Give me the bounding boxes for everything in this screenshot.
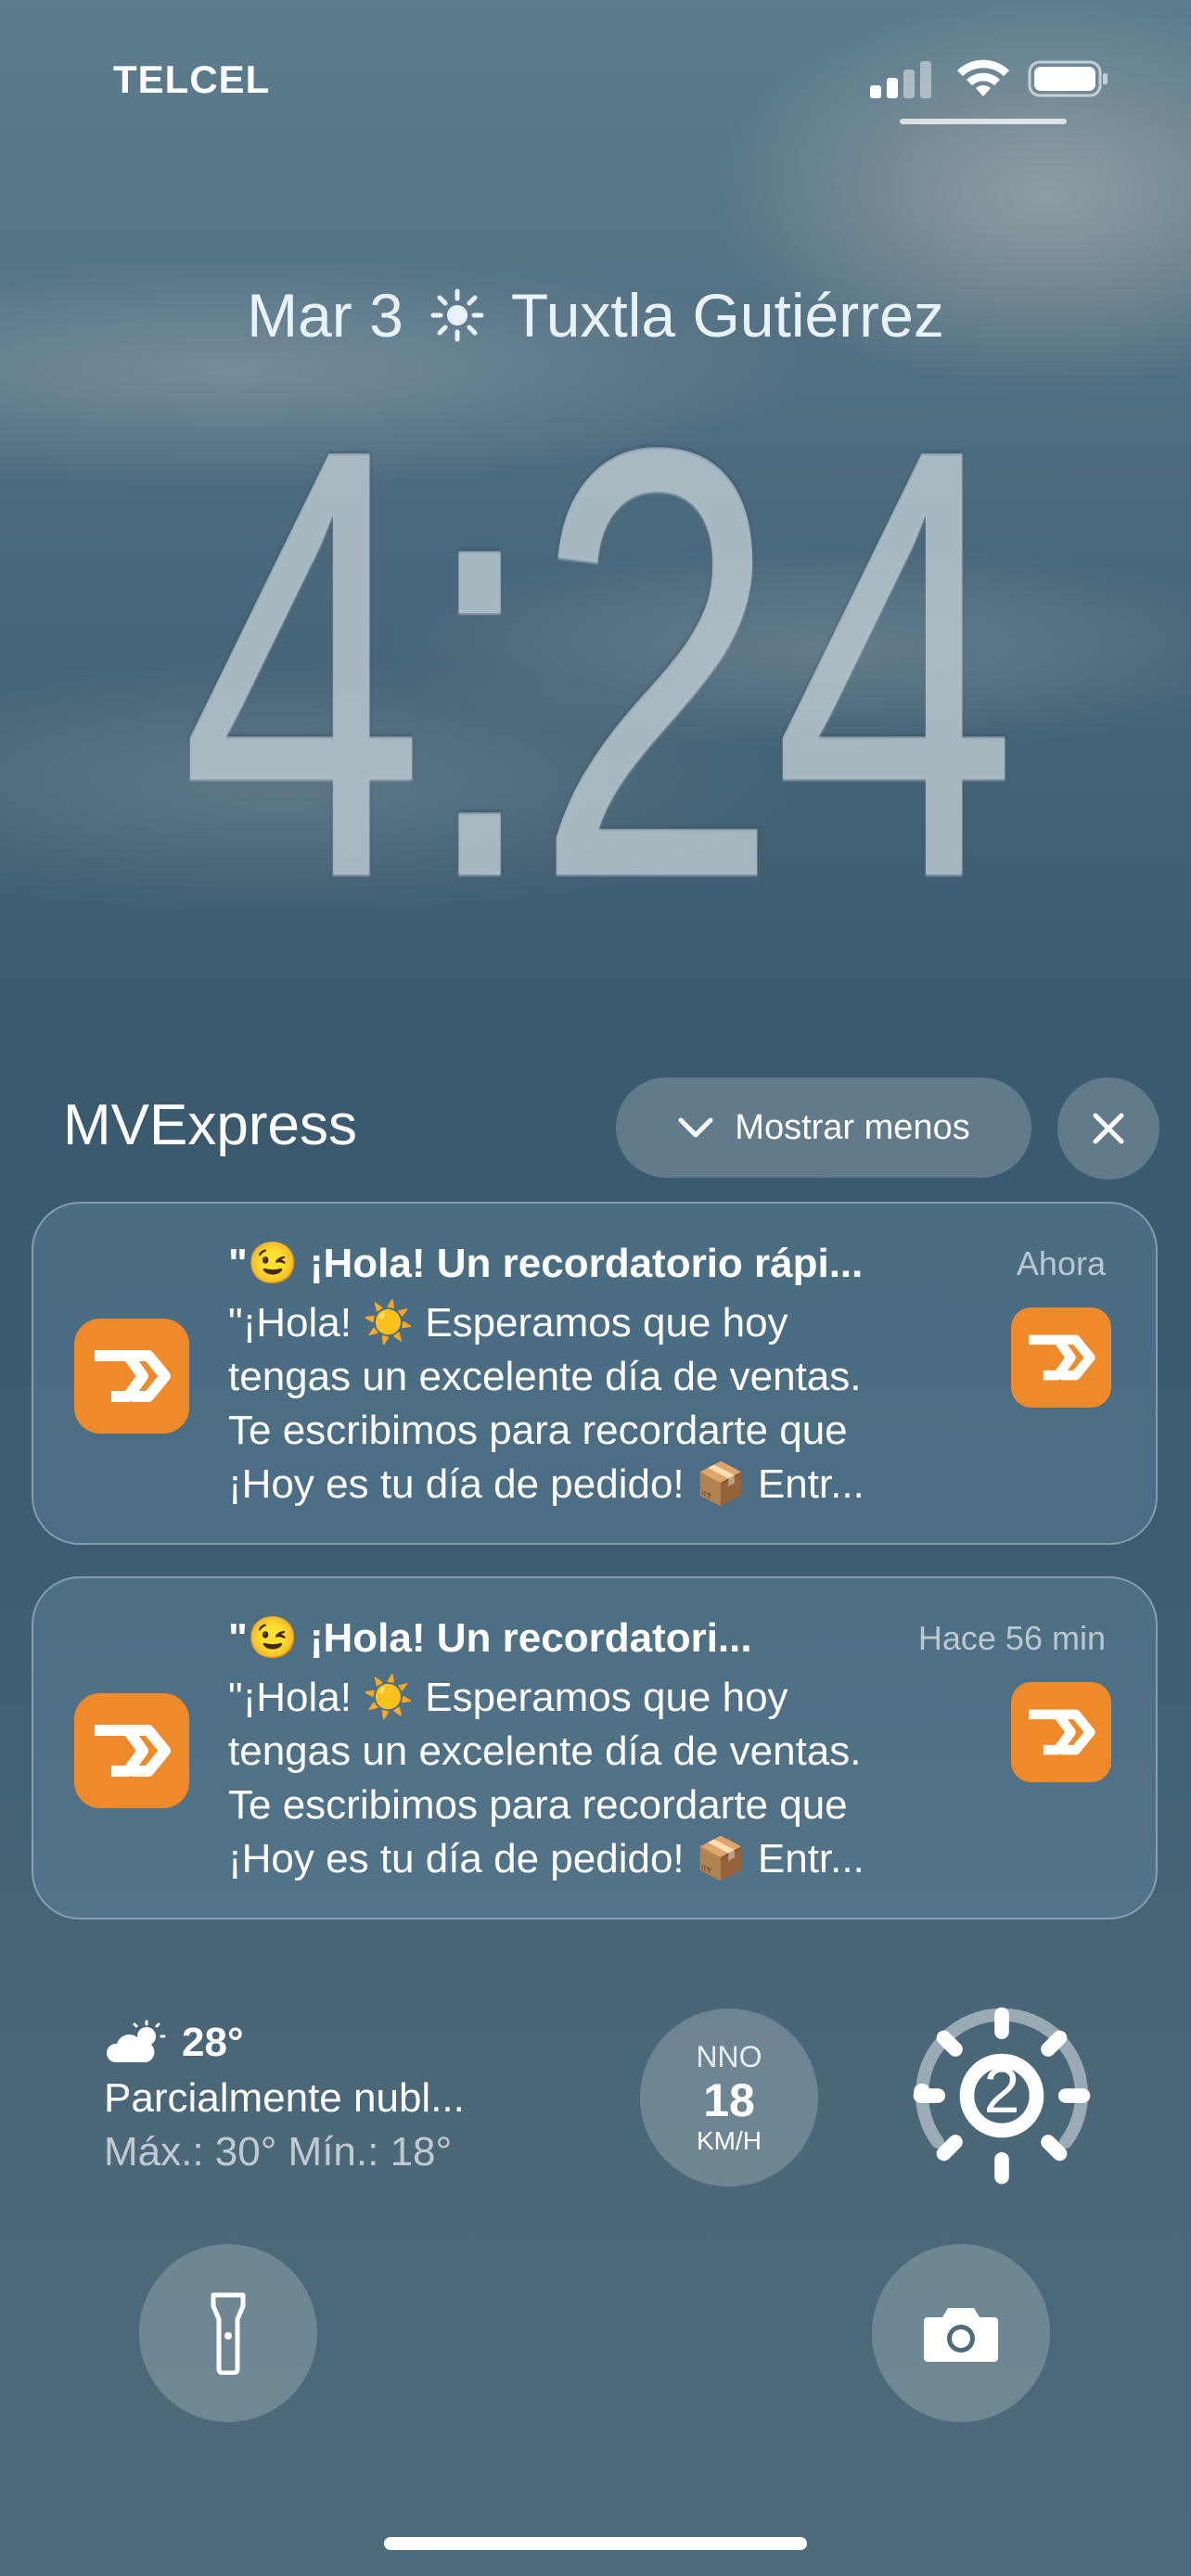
sun-icon (913, 2007, 1091, 2185)
wind-widget[interactable]: NNO 18 KM/H (640, 2009, 818, 2187)
carrier-name: TELCEL (113, 57, 271, 101)
weather-condition: Parcialmente nubl... (104, 2075, 465, 2121)
camera-button[interactable] (872, 2244, 1050, 2422)
home-indicator[interactable] (384, 2537, 807, 2550)
mvexpress-logo-icon (95, 1725, 171, 1777)
cellular-signal-icon (870, 59, 933, 98)
mvexpress-logo-icon (95, 1350, 171, 1402)
notification-title: "😉 ¡Hola! Un recordatori... (228, 1615, 752, 1661)
wind-unit: KM/H (697, 2125, 762, 2155)
notification-body: "¡Hola! ☀️ Esperamos que hoy tengas un e… (228, 1671, 1026, 1886)
notification-body-line: tengas un excelente día de ventas. (228, 1728, 862, 1774)
camera-icon (924, 2308, 998, 2362)
status-indicator-line (900, 119, 1067, 124)
notification-card[interactable]: "😉 ¡Hola! Un recordatori... Hace 56 min … (32, 1576, 1158, 1919)
chevron-down-icon (678, 1117, 713, 1138)
notification-group-title: MVExpress (63, 1093, 357, 1157)
notification-thumbnail (1011, 1682, 1111, 1782)
flashlight-icon (211, 2292, 246, 2375)
lock-screen-clock: 4:24 (179, 321, 1018, 1004)
app-icon (74, 1693, 189, 1808)
uv-index-widget[interactable]: 2 (909, 2003, 1095, 2188)
lock-screen: TELCEL Mar 3 Tuxtla Gutiérrez 4:24 MVExp… (0, 0, 1191, 2576)
flashlight-button[interactable] (139, 2244, 317, 2422)
wind-direction: NNO (696, 2039, 762, 2073)
show-less-label: Mostrar menos (735, 1107, 970, 1147)
show-less-button[interactable]: Mostrar menos (616, 1078, 1031, 1178)
notification-time: Ahora (1016, 1244, 1106, 1282)
notification-body-line: Te escribimos para recordarte que (228, 1782, 848, 1828)
mvexpress-logo-icon (1029, 1709, 1095, 1755)
notification-body-line: ¡Hoy es tu día de pedido! 📦 Entr... (228, 1461, 864, 1507)
wind-speed: 18 (703, 2073, 755, 2126)
notification-body-line: "¡Hola! ☀️ Esperamos que hoy (228, 1300, 788, 1345)
notification-body-line: "¡Hola! ☀️ Esperamos que hoy (228, 1675, 788, 1720)
app-icon (74, 1319, 189, 1434)
close-icon (1093, 1113, 1124, 1144)
current-temperature: 28° (182, 2020, 244, 2065)
battery-icon (1028, 60, 1108, 97)
weather-widget[interactable]: 28° Parcialmente nubl... Máx.: 30° Mín.:… (104, 2020, 586, 2177)
clear-notifications-button[interactable] (1057, 1078, 1159, 1180)
notification-body: "¡Hola! ☀️ Esperamos que hoy tengas un e… (228, 1296, 1026, 1511)
weather-summary: 28° (104, 2020, 586, 2066)
notification-body-line: tengas un excelente día de ventas. (228, 1354, 862, 1399)
notification-body-line: Te escribimos para recordarte que (228, 1408, 848, 1453)
notification-title: "😉 ¡Hola! Un recordatorio rápi... (228, 1241, 864, 1286)
notification-card[interactable]: "😉 ¡Hola! Un recordatorio rápi... Ahora … (32, 1202, 1158, 1545)
notification-thumbnail (1011, 1307, 1111, 1408)
mvexpress-logo-icon (1029, 1334, 1095, 1381)
temperature-range: Máx.: 30° Mín.: 18° (104, 2129, 453, 2174)
wifi-icon (957, 59, 1009, 96)
partly-cloudy-icon (106, 2020, 166, 2062)
notification-body-line: ¡Hoy es tu día de pedido! 📦 Entr... (228, 1836, 864, 1881)
notification-time: Hace 56 min (917, 1619, 1106, 1657)
